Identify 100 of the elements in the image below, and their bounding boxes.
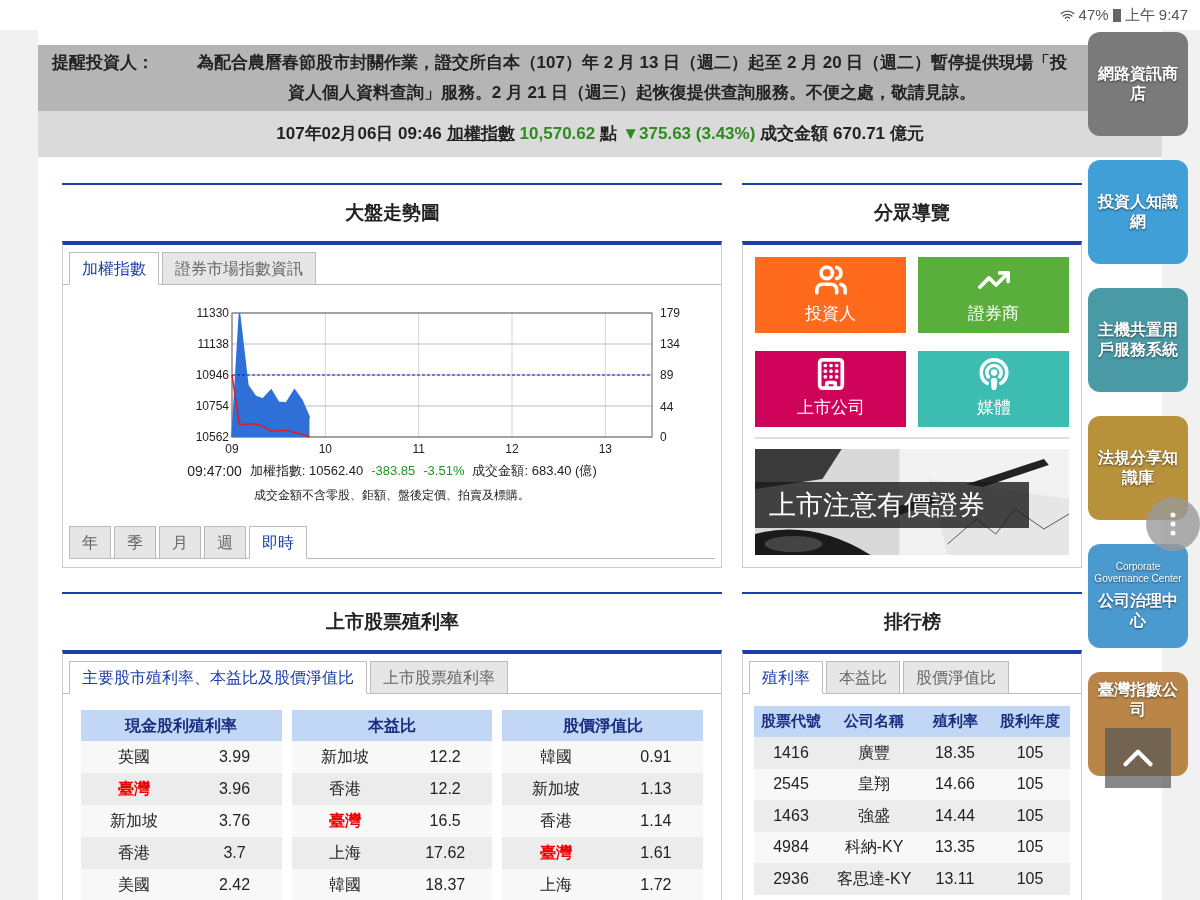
market-name: 新加坡 [530,779,581,799]
table-header: 現金股利殖利率 [81,710,282,741]
table-cell-text: 4984 [772,837,810,858]
market-name: 新加坡 [319,747,370,767]
period-tab[interactable]: 月 [159,526,201,559]
table-cell-text: 1416 [772,742,810,763]
side-link-title: 投資人知識網 [1096,192,1179,232]
table-cell-text: 科納-KY [843,837,905,858]
market-name: 香港 [327,779,362,799]
table-cell-text: 2936 [772,868,810,889]
banner-link[interactable]: 上市注意有價證券 [755,449,1069,555]
table-cell-text: 14.44 [933,805,976,826]
market-name: 上海 [538,875,573,895]
table-cell-text: 105 [1015,837,1045,858]
axis-label: 11138 [197,337,229,351]
battery-icon [1112,8,1121,22]
index-change: ▼375.63 (3.43%) [622,123,756,146]
axis-label: 0 [660,430,667,444]
side-link-subtitle: Corporate Governance Center [1094,561,1182,585]
axis-label: 10754 [195,399,229,413]
tab[interactable]: 股價淨值比 [903,661,1009,694]
market-value: 12.2 [428,779,462,799]
readout-time: 09:47:00 [187,462,242,481]
column-header: 股票代號 [760,711,822,732]
axis-label: 44 [660,399,674,414]
side-link[interactable]: Corporate Governance Center 公司治理中心 [1088,544,1188,648]
market-value: 16.5 [428,811,462,831]
more-icon [1170,512,1176,536]
period-tab[interactable]: 週 [204,526,246,559]
axis-label: 11330 [196,306,229,320]
audience-tile[interactable]: 上市公司 [755,351,906,427]
market-value: 3.7 [222,843,247,863]
audience-tile[interactable]: 證券商 [918,257,1069,333]
axis-label: 12 [505,442,519,456]
market-name: 臺灣 [327,811,362,831]
wifi-icon [1059,7,1075,23]
tab[interactable]: 加權指數 [69,252,159,285]
clock: 上午 9:47 [1124,4,1188,25]
tab[interactable]: 主要股市殖利率、本益比及股價淨值比 [69,661,367,694]
side-link[interactable]: 網路資訊商店 [1088,32,1188,136]
section-title: 上市股票殖利率 [325,609,459,634]
readout-change: -383.85 [371,462,416,480]
side-link-title: 臺灣指數公司 [1097,680,1179,720]
market-value: 1.72 [639,875,673,895]
period-tab[interactable]: 年 [69,526,111,559]
axis-label: 10562 [195,430,229,444]
tab[interactable]: 上市股票殖利率 [370,661,508,694]
table-cell-text: 強盛 [857,805,891,826]
battery-level: 47% [1078,4,1109,25]
antenna-icon [976,357,1011,392]
market-value: 2.42 [217,875,252,895]
table-cell-text: 105 [1015,774,1045,795]
axis-label: 89 [660,368,674,383]
market-name: 臺灣 [117,779,152,799]
side-link-title: 網路資訊商店 [1096,64,1179,104]
tab[interactable]: 殖利率 [749,661,823,694]
side-link[interactable]: 投資人知識網 [1088,160,1188,264]
market-value: 0.91 [639,747,673,767]
market-name: 香港 [117,843,152,863]
period-tab[interactable]: 即時 [249,526,307,559]
index-link[interactable]: 加權指數 [446,121,515,147]
table-cell-text: 105 [1015,868,1045,889]
table-header: 本益比 [291,710,493,741]
tab[interactable]: 本益比 [826,661,900,694]
tab[interactable]: 證券市場指數資訊 [162,252,316,285]
table-cell-text: 2545 [772,774,810,795]
chart-note: 成交金額不含零股、鉅額、盤後定價、拍賣及標購。 [254,487,530,504]
market-name: 香港 [538,811,573,831]
axis-label: 10946 [195,368,229,382]
table-cell-text: 皇翔 [857,774,891,795]
market-value: 3.76 [217,811,252,831]
market-name: 臺灣 [538,843,573,863]
axis-label: 11 [412,442,425,456]
column-header: 股利年度 [999,711,1061,732]
section-title: 分眾導覽 [874,200,950,225]
table-cell-text: 13.35 [933,837,976,858]
market-name: 英國 [117,747,152,767]
period-tab[interactable]: 季 [114,526,156,559]
side-link-title: 公司治理中心 [1097,591,1179,631]
market-value: 18.37 [424,875,467,895]
people-icon [813,263,848,298]
side-link[interactable]: 主機共置用戶服務系統 [1088,288,1188,392]
market-name: 上海 [327,843,362,863]
index-value: 10,570.62 [519,123,596,146]
notice-label: 提醒投資人： [52,52,155,74]
column-header: 殖利率 [931,711,979,732]
market-value: 3.96 [217,779,252,799]
side-link[interactable]: 法規分享知識庫 [1088,416,1188,520]
table-cell-text: 14.66 [933,774,976,795]
table-header: 股價淨值比 [502,710,703,741]
section-title: 大盤走勢圖 [344,200,440,225]
table-cell-text: 客思達-KY [835,868,913,889]
scroll-top-button[interactable] [1105,728,1171,788]
table-cell-text: 105 [1015,805,1045,826]
axis-label: 134 [660,337,681,352]
axis-label: 09 [225,442,239,456]
audience-tile[interactable]: 投資人 [755,257,906,333]
market-name: 新加坡 [109,811,160,831]
side-link-title: 法規分享知識庫 [1097,448,1179,488]
turnover-text: 成交金額 670.71 億元 [760,123,924,146]
